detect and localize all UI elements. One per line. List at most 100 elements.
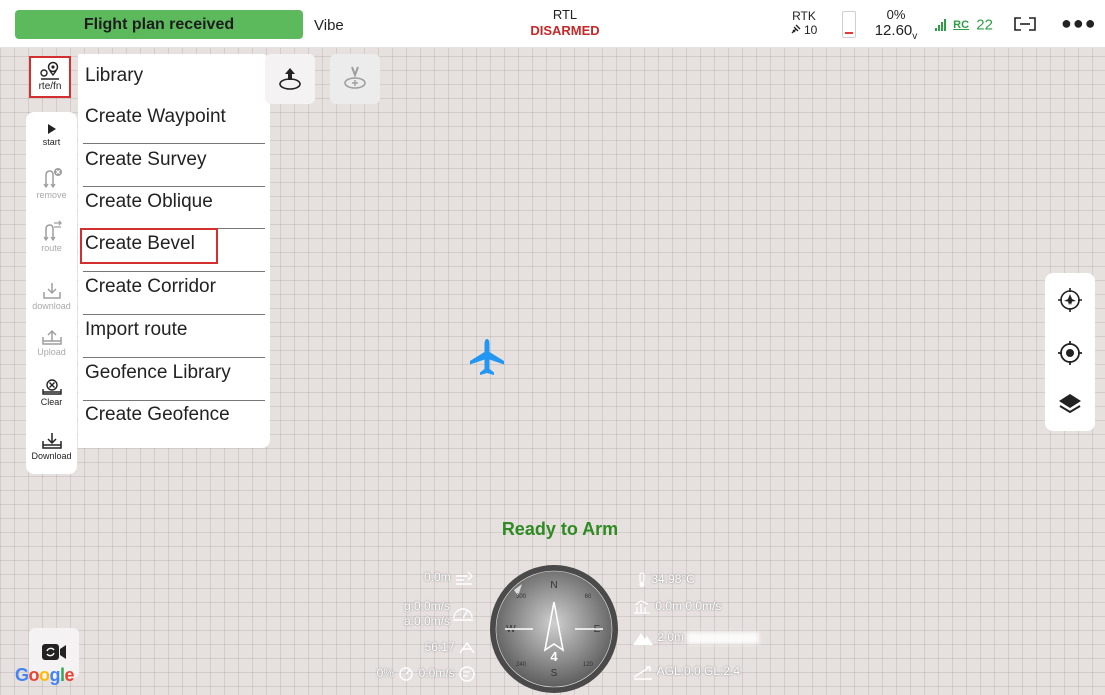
temperature-readout: 34.98°C	[636, 572, 695, 588]
altitude-readout: 0.0m	[380, 570, 474, 586]
redacted-coordinates	[687, 632, 760, 644]
flight-time-value: 56:17	[424, 640, 455, 655]
route-menu: Library Create Waypoint Create Survey Cr…	[78, 54, 270, 448]
route-function-label: rte/fn	[38, 81, 62, 92]
remove-button[interactable]: remove	[26, 167, 77, 200]
google-logo-letter: G	[15, 665, 29, 685]
menu-item-create-survey[interactable]: Create Survey	[83, 140, 265, 180]
battery-voltage-unit: v	[912, 31, 918, 42]
menu-item-geofence-library[interactable]: Geofence Library	[83, 353, 265, 393]
download-tray-label: Download	[31, 451, 72, 461]
wind-speed-value: 0.0m/s	[418, 666, 455, 681]
temperature-value: 34.98°C	[651, 572, 695, 587]
mountain-icon	[633, 633, 653, 645]
vehicle-locate-icon	[1058, 288, 1082, 312]
climb-icon	[634, 600, 650, 614]
menu-item-create-corridor[interactable]: Create Corridor	[83, 267, 265, 307]
left-toolbar: start remove route download Upload Clear…	[26, 112, 77, 474]
crosshair-icon	[1058, 341, 1082, 365]
google-logo-letter: o	[28, 665, 40, 685]
satellite-icon	[791, 23, 804, 37]
throttle-icon	[399, 667, 413, 681]
battery-voltage: 12.60v	[874, 22, 918, 42]
air-speed-value: a:0.0m/s	[403, 614, 450, 628]
rtk-satellite-count: 10	[803, 23, 818, 37]
distance-value: 2.0m	[657, 630, 685, 645]
land-icon	[344, 66, 366, 89]
menu-item-create-waypoint[interactable]: Create Waypoint	[83, 97, 265, 137]
clear-button[interactable]: Clear	[26, 378, 77, 407]
flight-time-readout: 56:17	[380, 640, 476, 656]
download-button-small[interactable]: download	[26, 282, 77, 311]
menu-item-import-route[interactable]: Import route	[83, 310, 265, 350]
locate-me-button[interactable]	[1057, 340, 1083, 371]
route-button[interactable]: route	[26, 220, 77, 253]
wind-icon	[459, 666, 475, 682]
battery-status[interactable]: 0% 12.60v	[866, 7, 926, 42]
vehicle-plane-icon[interactable]	[468, 337, 506, 382]
locate-vehicle-button[interactable]	[1057, 287, 1083, 318]
rtk-label: RTK	[792, 9, 816, 23]
battery-icon	[842, 11, 856, 38]
agl-value: AGL:0.0 GL:2.4	[656, 664, 741, 679]
upload-icon	[41, 329, 62, 345]
climb-rate-readout: 0.0m 0.0m/s	[632, 599, 721, 615]
more-horizontal-icon[interactable]: ●●●	[1061, 13, 1097, 34]
agl-readout: AGL:0.0 GL:2.4	[632, 664, 740, 680]
compass-tick-60: 60	[585, 594, 592, 600]
compass-tick-300: 300	[516, 594, 527, 600]
link-status-icon[interactable]	[1012, 16, 1038, 37]
land-button[interactable]	[330, 54, 380, 104]
climb-rate-value: 0.0m 0.0m/s	[655, 599, 722, 614]
route-pin-icon	[40, 61, 59, 80]
layers-icon	[1059, 394, 1081, 414]
speedometer-icon	[452, 604, 474, 622]
thermometer-icon	[639, 572, 645, 587]
download-label: download	[32, 301, 71, 311]
download-button[interactable]: Download	[26, 432, 77, 461]
altitude-icon	[456, 571, 473, 585]
route-icon	[42, 220, 62, 242]
rtk-status[interactable]: RTK 10	[784, 9, 824, 37]
altitude-value: 0.0m	[423, 570, 451, 585]
route-function-button[interactable]: rte/fn	[29, 56, 71, 98]
clear-icon	[41, 379, 62, 395]
upload-route-button[interactable]	[265, 54, 315, 104]
rc-signal-value: 22	[976, 16, 993, 34]
google-logo-letter: g	[49, 665, 61, 685]
menu-item-create-geofence[interactable]: Create Geofence	[83, 395, 265, 435]
compass-tick-120: 120	[583, 662, 594, 668]
agl-icon	[633, 666, 652, 680]
map-layers-button[interactable]	[1057, 391, 1083, 422]
menu-item-library[interactable]: Library	[83, 56, 265, 96]
download-icon	[42, 283, 61, 299]
route-label: route	[41, 243, 62, 253]
compass-south: S	[551, 668, 558, 679]
remove-label: remove	[36, 190, 67, 200]
throttle-value: 0%	[376, 666, 394, 681]
upload-label: Upload	[37, 347, 66, 357]
map-controls-panel	[1045, 273, 1095, 431]
top-status-bar: Flight plan received Vibe RTL DISARMED R…	[0, 0, 1105, 48]
google-logo: Google	[15, 665, 75, 686]
ready-to-arm-message: Ready to Arm	[501, 519, 619, 539]
rc-label: RC	[953, 19, 970, 32]
google-logo-letter: e	[64, 665, 75, 685]
upload-button[interactable]: Upload	[26, 328, 77, 357]
vehicle-name[interactable]: Vibe	[314, 17, 344, 34]
bevel-highlight-box	[80, 228, 218, 264]
takeoff-upload-icon	[279, 68, 301, 90]
rc-signal-status[interactable]: RC 22	[935, 16, 993, 34]
arm-state-label: DISARMED	[530, 23, 600, 38]
compass-center-value: 4	[550, 649, 558, 664]
flight-mode-block[interactable]: RTL DISARMED	[500, 7, 630, 38]
compass-north: N	[550, 580, 557, 591]
remove-route-icon	[42, 168, 62, 189]
compass-tick-240: 240	[516, 662, 527, 668]
ground-speed-value: g:0.0m/s	[403, 599, 450, 613]
speed-readout: g:0.0m/s a:0.0m/s	[370, 599, 450, 629]
start-button[interactable]: start	[26, 122, 77, 147]
clear-label: Clear	[40, 397, 63, 407]
menu-item-create-oblique[interactable]: Create Oblique	[83, 182, 265, 222]
play-icon	[47, 124, 56, 134]
